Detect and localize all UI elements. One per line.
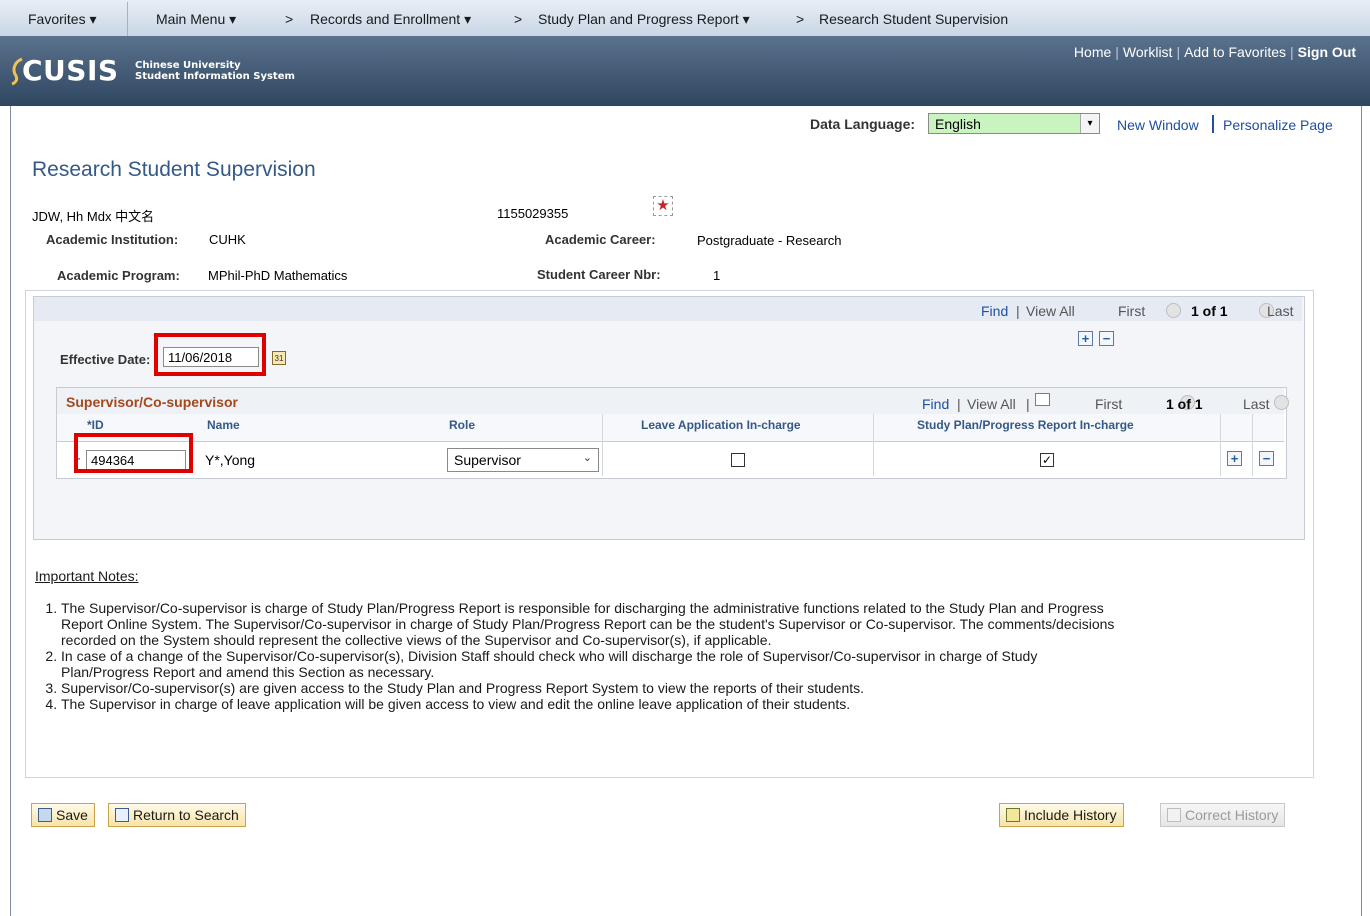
nav-divider	[127, 2, 128, 36]
academic-career-value: Postgraduate - Research	[697, 233, 842, 248]
return-arrow-icon	[115, 808, 129, 822]
academic-program-label: Academic Program:	[57, 268, 180, 283]
header-links: Home | Worklist | Add to Favorites | Sign Out	[1073, 44, 1356, 60]
student-career-nbr-label: Student Career Nbr:	[537, 267, 661, 282]
student-id: 1155029355	[497, 206, 569, 221]
breadcrumb-separator: >	[285, 11, 294, 27]
link-divider	[1212, 115, 1214, 133]
favorites-menu[interactable]: Favorites ▾	[28, 11, 97, 28]
logo-subtitle-line2: Student Information System	[135, 71, 295, 82]
home-link[interactable]: Home	[1074, 44, 1111, 60]
notes-heading: Important Notes:	[35, 568, 139, 584]
correct-history-icon	[1167, 808, 1181, 822]
floppy-disk-icon	[38, 808, 52, 822]
important-notes: Important Notes: The Supervisor/Co-super…	[35, 568, 1125, 712]
add-to-favorites-link[interactable]: Add to Favorites	[1184, 44, 1286, 60]
institution-label: Academic Institution:	[46, 232, 179, 247]
new-window-link[interactable]: New Window	[1117, 117, 1199, 133]
breadcrumb-records-enrollment[interactable]: Records and Enrollment ▾	[310, 11, 471, 28]
note-item: In case of a change of the Supervisor/Co…	[61, 648, 1125, 680]
logo-subtitle-line1: Chinese University	[135, 60, 241, 71]
correct-history-button: Correct History	[1160, 803, 1286, 827]
data-language-select[interactable]: English ▾	[928, 113, 1100, 134]
logo-subtitle: Chinese University Student Information S…	[135, 60, 295, 82]
top-nav-bar: Favorites ▾ Main Menu ▾ > Records and En…	[0, 0, 1370, 37]
include-history-button[interactable]: Include History	[999, 803, 1124, 827]
main-menu[interactable]: Main Menu ▾	[156, 11, 236, 28]
page-left-border	[10, 106, 11, 916]
include-history-label: Include History	[1024, 807, 1117, 823]
academic-program-value: MPhil-PhD Mathematics	[208, 268, 348, 283]
student-name: JDW, Hh Mdx 中文名	[32, 209, 155, 224]
correct-history-label: Correct History	[1185, 807, 1279, 823]
return-to-search-button[interactable]: Return to Search	[108, 803, 246, 827]
academic-career-label: Academic Career:	[545, 232, 656, 247]
return-to-search-label: Return to Search	[133, 807, 239, 823]
note-item: The Supervisor/Co-supervisor is charge o…	[61, 600, 1125, 648]
breadcrumb-separator: >	[796, 11, 805, 27]
save-button-label: Save	[56, 807, 88, 823]
worklist-link[interactable]: Worklist	[1123, 44, 1173, 60]
page-right-border	[1361, 106, 1362, 916]
personalize-page-link[interactable]: Personalize Page	[1223, 117, 1333, 133]
breadcrumb-separator: >	[514, 11, 523, 27]
save-button[interactable]: Save	[31, 803, 95, 827]
note-item: Supervisor/Co-supervisor(s) are given ac…	[61, 680, 1125, 696]
logo-text: CUSIS	[22, 54, 119, 87]
star-icon[interactable]: ★	[653, 196, 673, 216]
student-career-nbr-value: 1	[713, 268, 721, 283]
notes-list: The Supervisor/Co-supervisor is charge o…	[11, 600, 1125, 712]
data-language-value: English	[935, 116, 981, 132]
breadcrumb-current-page: Research Student Supervision	[819, 11, 1009, 27]
chevron-down-icon[interactable]: ▾	[1080, 114, 1099, 133]
page-title: Research Student Supervision	[32, 158, 316, 181]
note-item: The Supervisor in charge of leave applic…	[61, 696, 1125, 712]
institution-value: CUHK	[209, 232, 246, 247]
history-icon	[1006, 808, 1020, 822]
data-language-label: Data Language:	[810, 116, 916, 132]
sign-out-link[interactable]: Sign Out	[1298, 44, 1356, 60]
breadcrumb-study-plan[interactable]: Study Plan and Progress Report ▾	[538, 11, 750, 28]
